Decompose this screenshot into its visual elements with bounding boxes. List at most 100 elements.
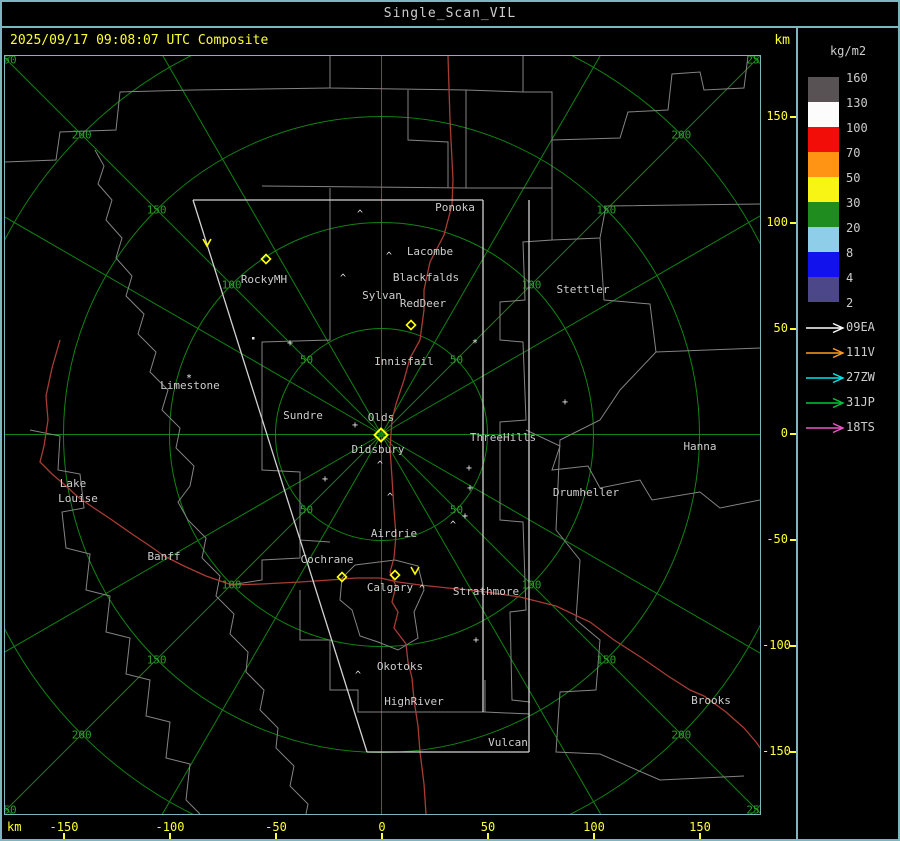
track-id-label: 09EA: [846, 320, 875, 334]
ring-distance-label: 100: [222, 578, 242, 591]
azimuth-line: [5, 57, 382, 435]
azimuth-line: [381, 434, 602, 814]
radar-map-canvas[interactable]: 50 5050 50100 100100 100150 150150 150200 20020…: [5, 56, 760, 814]
city-label: Innisfail: [374, 355, 434, 368]
colorbar-value-label: 20: [846, 221, 861, 235]
city-label: HighRiver: [384, 695, 444, 708]
boundary-line: [551, 203, 760, 241]
right-axis-tick-label: -100: [762, 638, 791, 652]
ring-distance-label: 200: [72, 728, 92, 741]
track-arrow-icon: [806, 347, 845, 359]
colorbar-value-label: 2: [846, 296, 854, 310]
colorbar-value-label: 100: [846, 121, 868, 135]
bottom-axis-unit-label: km: [7, 820, 22, 834]
city-label: Cochrane: [301, 553, 354, 566]
colorbar-swatch: [808, 202, 839, 227]
track-id-label: 111V: [846, 345, 875, 359]
town-marker: ^: [386, 251, 392, 262]
ring-distance-label: 150: [147, 204, 167, 217]
right-axis-tick-label: 100: [766, 215, 788, 229]
bottom-axis-tick-label: 50: [480, 820, 496, 834]
town-marker: +: [473, 635, 479, 646]
colorbar-value-label: 130: [846, 96, 868, 110]
colorbar-swatch: [808, 102, 839, 127]
ring-distance-label: 200: [72, 129, 92, 142]
city-label: Vulcan: [488, 736, 528, 749]
city-label: RockyMH: [241, 273, 287, 286]
city-label: Sundre: [283, 409, 323, 422]
bottom-distance-axis: km -150 -100 -50 0 50 100 150: [4, 816, 796, 839]
title-bar: Single_Scan_VIL: [2, 2, 898, 26]
ring-distance-label: 250: [5, 56, 17, 67]
ring-distance-label: 50: [450, 354, 463, 367]
colorbar-swatch: [808, 252, 839, 277]
boundary-line: [484, 711, 531, 715]
city-label: ThreeHills: [470, 431, 536, 444]
right-axis-tick-label: -50: [766, 532, 788, 546]
bottom-axis-tick-label: -100: [155, 820, 185, 834]
city-label: Louise: [58, 492, 98, 505]
ring-distance-label: 250: [746, 803, 760, 814]
window-border-top: [0, 0, 900, 2]
colorbar-swatch: [808, 177, 839, 202]
boundary-line: [555, 351, 745, 781]
window-border-left: [0, 0, 2, 841]
right-axis-tick-label: 150: [766, 109, 788, 123]
right-axis-tick-label: -150: [762, 744, 791, 758]
legend-panel: kg/m2 160 130 100 70 50 30 20 8 4 2 09EA 111V 27ZW 31…: [798, 28, 898, 839]
town-marker: +: [322, 474, 328, 485]
colorbar-value-label: 30: [846, 196, 861, 210]
station-diamond-marker: [405, 319, 417, 331]
city-label: Calgary: [367, 581, 414, 594]
track-id-label: 27ZW: [846, 370, 875, 384]
colorbar-swatch: [808, 152, 839, 177]
scan-timestamp: 2025/09/17 09:08:07 UTC Composite: [10, 33, 269, 48]
boundary-line: [299, 590, 486, 713]
ring-distance-label: 150: [596, 653, 616, 666]
city-label: Blackfalds: [393, 271, 459, 284]
city-label: Ponoka: [435, 201, 475, 214]
town-marker: +: [352, 420, 358, 431]
town-marker: +: [287, 338, 293, 349]
ring-distance-label: 200: [671, 129, 691, 142]
town-marker: *: [472, 338, 478, 349]
city-label: Olds: [368, 411, 395, 424]
town-marker: ^: [387, 492, 393, 503]
bottom-axis-tick-label: -150: [49, 820, 79, 834]
ring-distance-label: 100: [521, 279, 541, 292]
track-id-label: 18TS: [846, 420, 875, 434]
colorbar-value-label: 8: [846, 246, 854, 260]
colorbar-value-label: 70: [846, 146, 861, 160]
ring-distance-label: 150: [596, 204, 616, 217]
bottom-axis-tick-label: -50: [265, 820, 287, 834]
boundary-line: [5, 89, 194, 163]
city-label: RedDeer: [400, 297, 447, 310]
right-axis-tick-label: 50: [773, 321, 788, 335]
city-label: Lake: [60, 477, 87, 490]
boundary-line: [407, 90, 449, 188]
ring-distance-label: 250: [5, 803, 17, 814]
ring-distance-label: 150: [147, 653, 167, 666]
radar-map[interactable]: 50 50 50 50 100 100 100 100 150 150 150 150 200 200 20…: [4, 55, 761, 815]
city-label: Strathmore: [453, 585, 519, 598]
city-label: Limestone: [160, 379, 220, 392]
colorbar-swatch: [808, 227, 839, 252]
ring-distance-label: 100: [222, 279, 242, 292]
boundary-line: [261, 56, 467, 189]
town-marker: ^: [355, 670, 361, 681]
colorbar-unit-label: kg/m2: [829, 44, 867, 58]
bottom-axis-tick-label: 150: [689, 820, 711, 834]
ring-distance-label: 100: [521, 578, 541, 591]
ring-distance-label: 200: [671, 728, 691, 741]
track-arrow-icon: [806, 372, 845, 384]
radar-app-window: Single_Scan_VIL 2025/09/17 09:08:07 UTC …: [0, 0, 900, 841]
right-distance-axis: 150 100 50 0 -50 -100 -150: [762, 56, 797, 814]
track-arrow-icon: [806, 422, 845, 434]
bottom-axis-tick-label: 100: [583, 820, 605, 834]
colorbar-value-label: 50: [846, 171, 861, 185]
town-marker: ^: [450, 520, 456, 531]
town-marker: ^: [340, 273, 346, 284]
status-bar: 2025/09/17 09:08:07 UTC Composite km: [2, 28, 796, 54]
ring-distance-label: 50: [300, 503, 313, 516]
bottom-axis-tick-label: 0: [378, 820, 386, 834]
